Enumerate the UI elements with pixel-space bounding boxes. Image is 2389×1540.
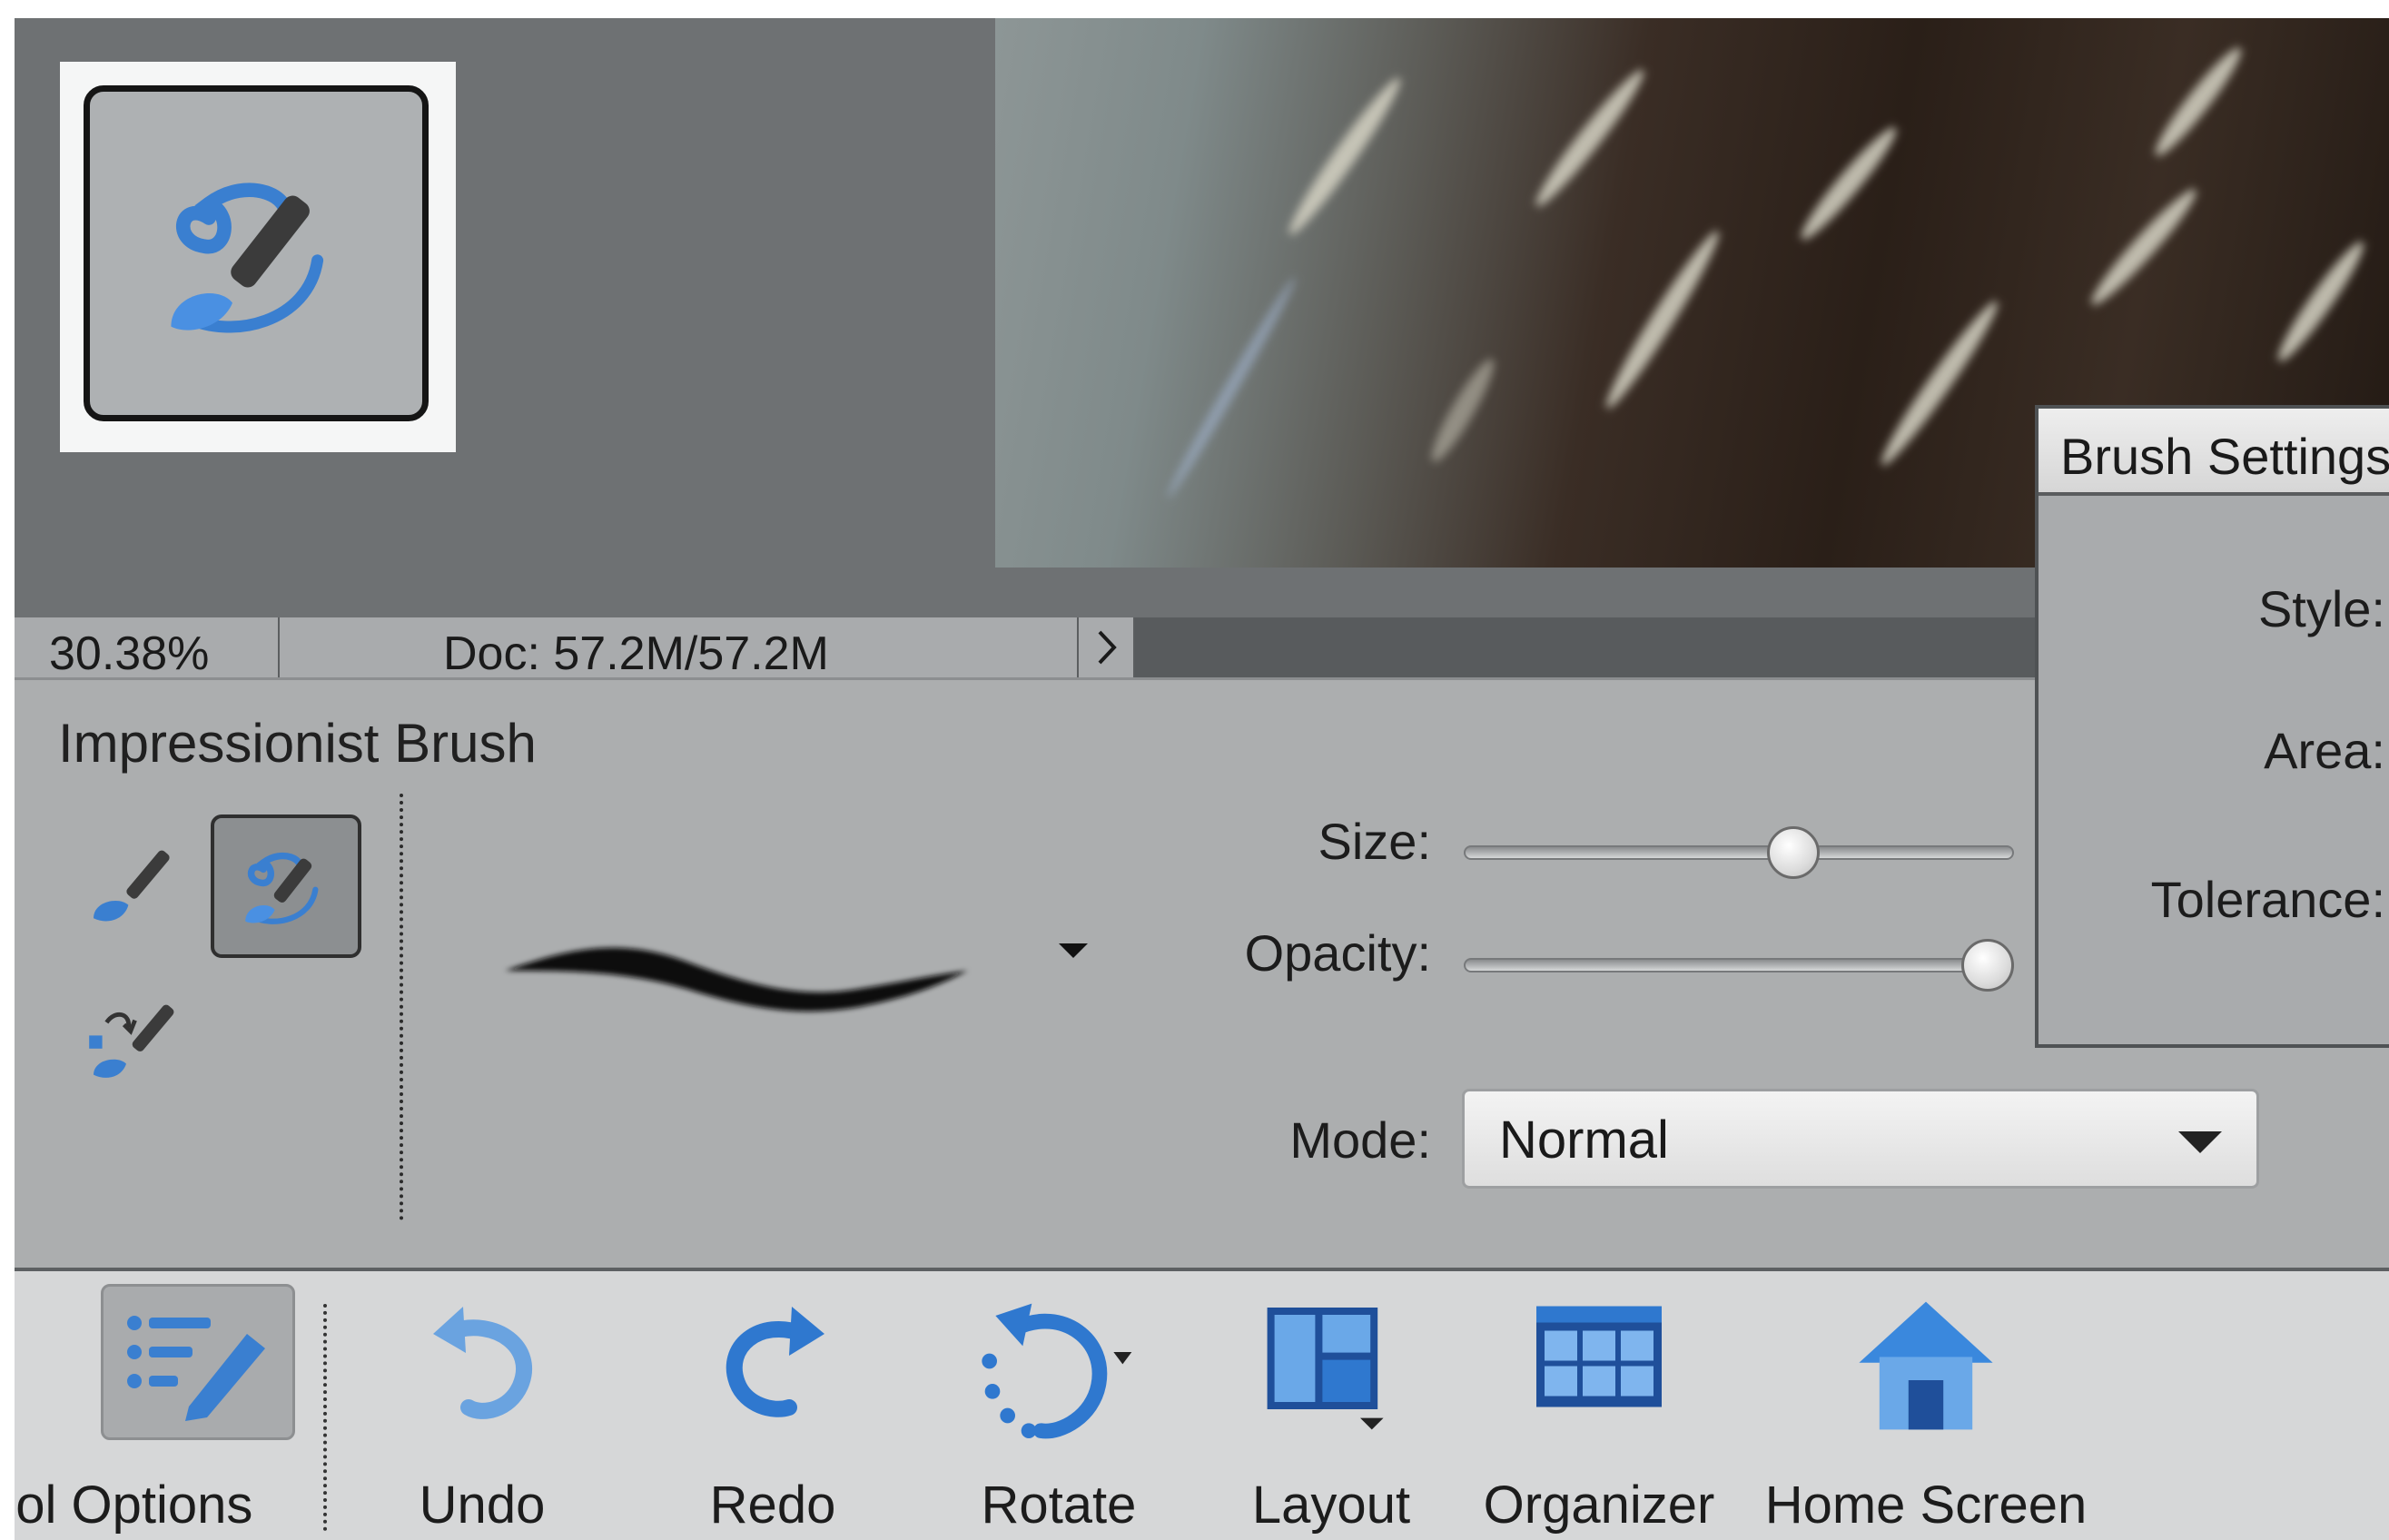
tolerance-label: Tolerance: xyxy=(2150,871,2385,928)
tool-options-icon xyxy=(127,1316,265,1421)
brush-settings-title: Brush Settings xyxy=(2060,428,2389,485)
tool-options-button[interactable]: Tool Options xyxy=(15,1271,323,1540)
mode-select[interactable]: Normal xyxy=(1462,1089,2259,1189)
home-screen-button[interactable]: Home Screen xyxy=(1740,1271,2112,1540)
tool-title: Impressionist Brush xyxy=(58,713,537,774)
taskbar: Tool Options Undo Redo xyxy=(15,1268,2389,1540)
zoom-level: 30.38% xyxy=(49,627,210,680)
status-expand-button[interactable] xyxy=(1079,617,1135,677)
impressionist-brush-icon xyxy=(245,852,319,924)
rotate-button[interactable]: Rotate xyxy=(941,1271,1177,1540)
redo-label: Redo xyxy=(709,1476,836,1535)
color-replacement-tool-button[interactable] xyxy=(69,971,205,1107)
tool-icon-preview xyxy=(60,62,456,452)
style-label: Style: xyxy=(2257,580,2385,637)
editor-window: 30.38% Doc: 57.2M/57.2M Impressionist Br… xyxy=(15,18,2389,1540)
undo-label: Undo xyxy=(419,1476,546,1535)
doc-info-field: Doc: 57.2M/57.2M xyxy=(280,617,1079,680)
status-bar: 30.38% Doc: 57.2M/57.2M xyxy=(15,617,2389,680)
taskbar-divider xyxy=(323,1304,327,1531)
home-screen-label: Home Screen xyxy=(1764,1476,2088,1535)
redo-icon xyxy=(726,1307,824,1417)
rotate-label: Rotate xyxy=(981,1476,1137,1535)
area-label: Area: xyxy=(2264,722,2385,779)
doc-size: Doc: 57.2M/57.2M xyxy=(443,627,829,680)
brush-stroke-preview[interactable] xyxy=(478,898,986,1052)
brush-tool-button[interactable] xyxy=(69,816,205,953)
layout-icon xyxy=(1267,1308,1384,1430)
size-slider-knob[interactable] xyxy=(1767,826,1821,879)
organizer-button[interactable]: Organizer xyxy=(1467,1271,1731,1540)
layout-label: Layout xyxy=(1251,1476,1411,1535)
color-replace-brush-icon xyxy=(89,1004,174,1078)
tool-options-label: Tool Options xyxy=(15,1476,253,1535)
zoom-field[interactable]: 30.38% xyxy=(15,617,280,680)
brush-settings-header: Brush Settings xyxy=(2039,409,2389,496)
size-slider[interactable] xyxy=(1464,845,2014,860)
brush-icon xyxy=(94,850,170,922)
impressionist-brush-tool-button[interactable] xyxy=(211,814,361,958)
brush-picker-dropdown-icon[interactable] xyxy=(1059,943,1088,958)
canvas-area xyxy=(15,18,2389,617)
chevron-right-icon xyxy=(1098,630,1117,665)
home-icon xyxy=(1859,1301,1993,1430)
undo-button[interactable]: Undo xyxy=(378,1271,587,1540)
layout-button[interactable]: Layout xyxy=(1222,1271,1440,1540)
redo-button[interactable]: Redo xyxy=(668,1271,877,1540)
undo-icon xyxy=(433,1307,533,1419)
size-label: Size: xyxy=(1318,813,1432,870)
organizer-label: Organizer xyxy=(1483,1476,1715,1535)
opacity-slider-knob[interactable] xyxy=(1961,939,2014,992)
tool-options-panel: Impressionist Brush Size: Opacity: Mode:… xyxy=(15,677,2389,1268)
tool-options-icon-bg xyxy=(101,1284,295,1440)
brush-settings-popup: Brush Settings Style: Area: Tolerance: xyxy=(2035,405,2389,1048)
opacity-label: Opacity: xyxy=(1244,924,1431,982)
opacity-slider[interactable] xyxy=(1464,958,2014,972)
mode-value: Normal xyxy=(1499,1111,1669,1170)
organizer-icon xyxy=(1536,1306,1662,1407)
impressionist-brush-icon xyxy=(171,183,324,333)
mode-label: Mode: xyxy=(1289,1111,1431,1169)
rotate-icon xyxy=(982,1303,1132,1439)
options-divider xyxy=(400,794,403,1220)
impressionist-brush-icon-large xyxy=(84,85,429,421)
chevron-down-icon xyxy=(2178,1131,2222,1153)
